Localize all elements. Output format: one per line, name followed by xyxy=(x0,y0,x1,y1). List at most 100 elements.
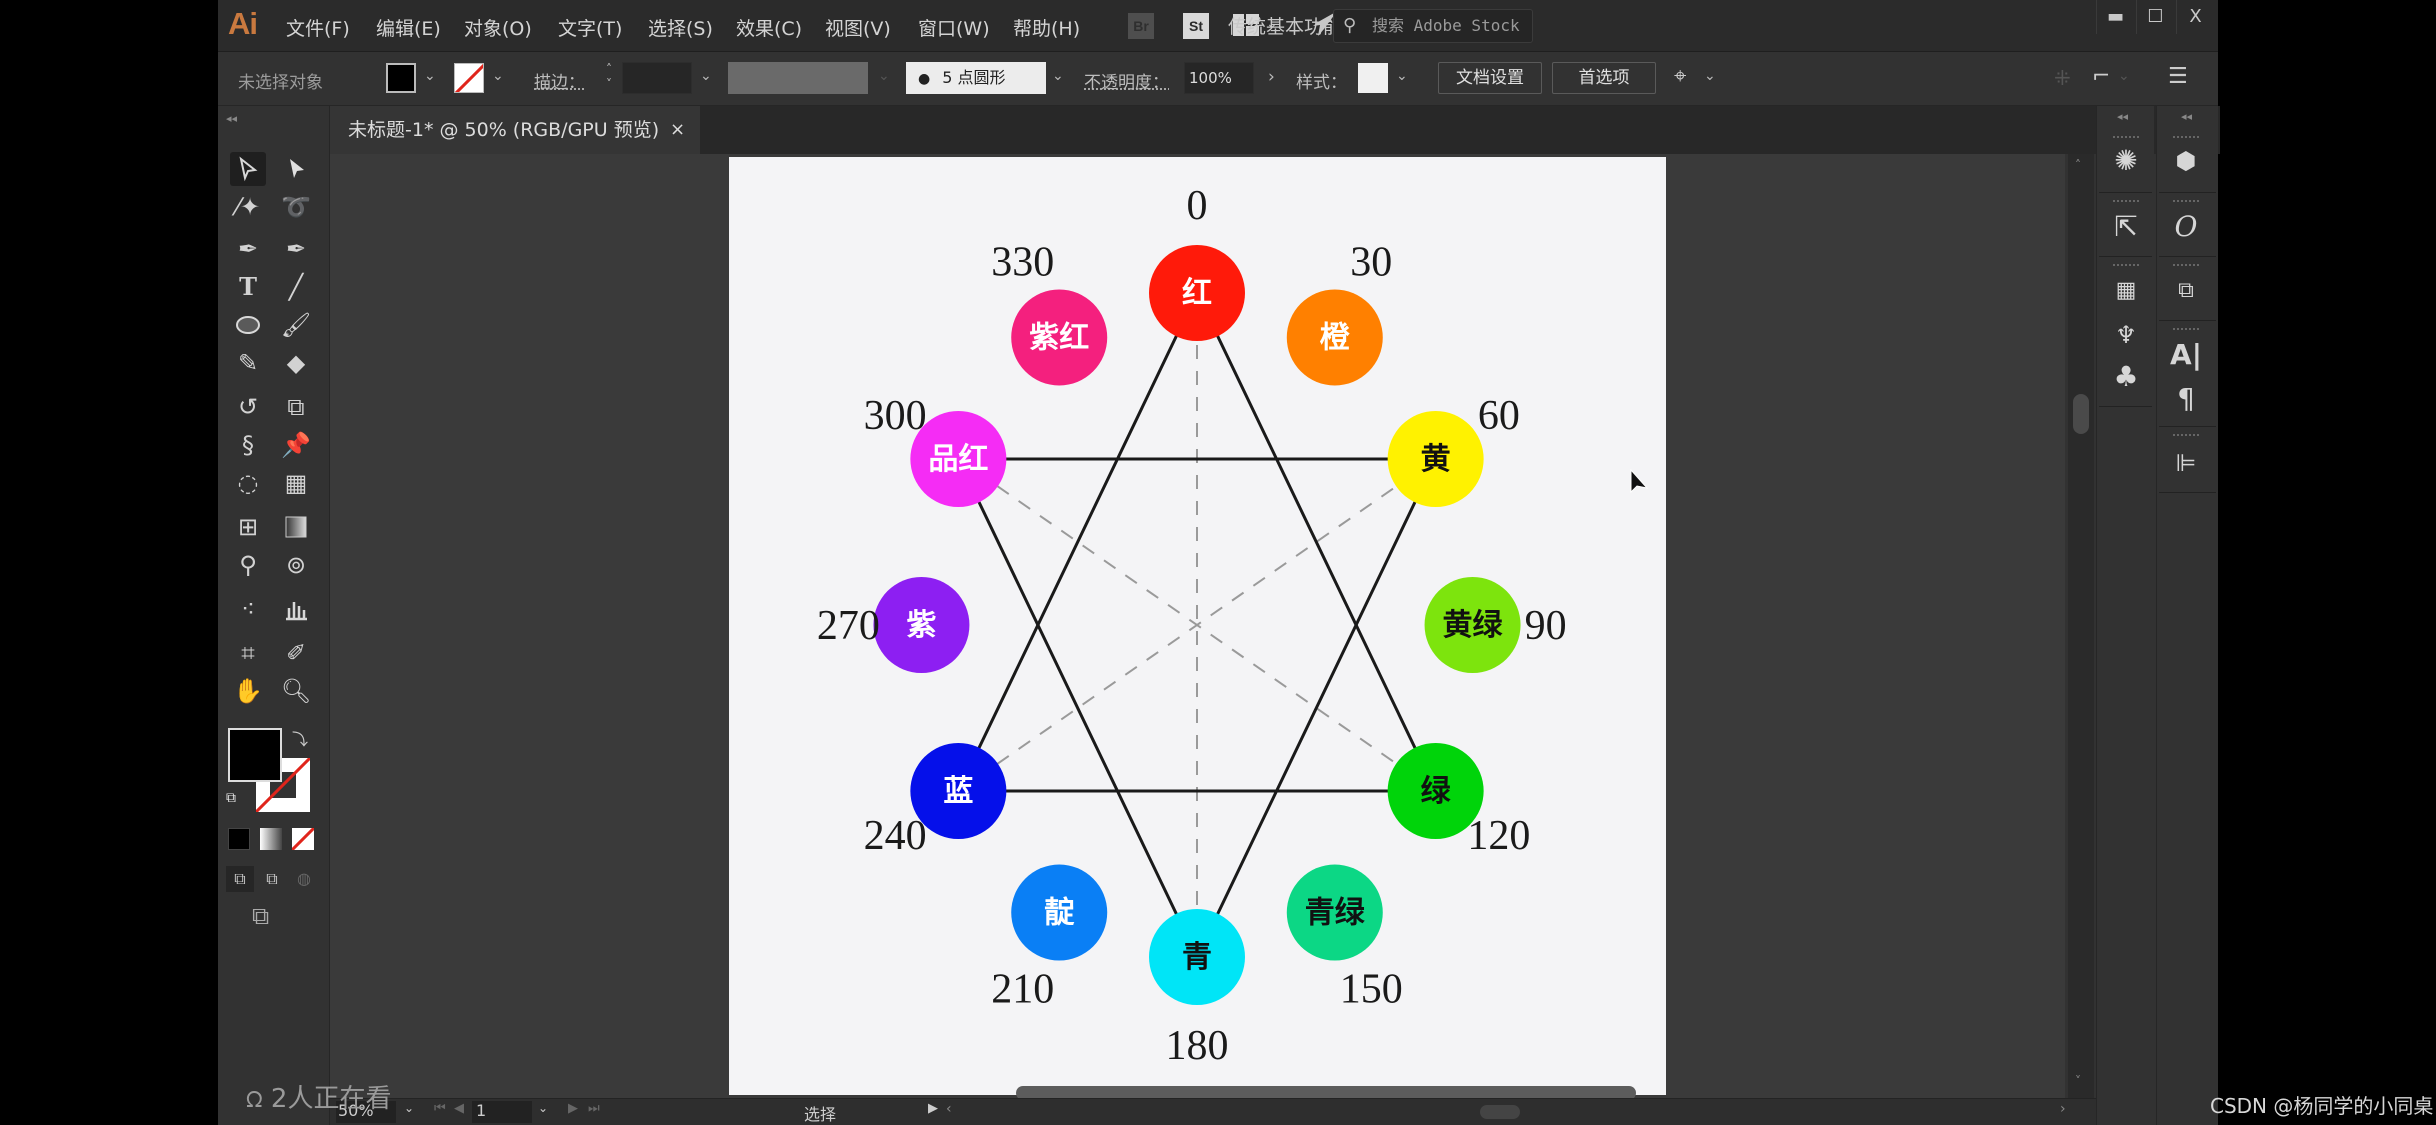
scroll-left-icon[interactable]: ‹ xyxy=(946,1101,952,1117)
opacity-input[interactable]: 100% xyxy=(1184,62,1254,94)
panel-menu-icon[interactable]: ☰ xyxy=(2168,64,2188,89)
symbols-icon[interactable]: ♣ xyxy=(2097,356,2155,398)
hand-tool-icon[interactable]: ✋ xyxy=(230,674,266,708)
none-mode-icon[interactable] xyxy=(292,828,314,850)
export-icon[interactable]: ⇱ xyxy=(2097,206,2155,248)
stroke-chevron-icon[interactable]: ⌄ xyxy=(492,68,504,84)
perspective-grid-tool-icon[interactable]: ▦ xyxy=(278,466,314,500)
swatches-icon[interactable]: ▦ xyxy=(2097,270,2155,312)
libraries-icon[interactable]: ⬢ xyxy=(2157,140,2215,182)
transform-chevron-icon[interactable]: ⌄ xyxy=(2118,68,2130,84)
mesh-tool-icon[interactable]: ⊞ xyxy=(230,510,266,544)
select-similar-chevron-icon[interactable]: ⌄ xyxy=(1704,68,1716,84)
stock-icon[interactable]: St xyxy=(1183,13,1209,39)
panel-grip[interactable] xyxy=(2173,328,2199,332)
pathfinder-icon[interactable]: ⧉ xyxy=(2157,270,2215,312)
direct-selection-tool-icon[interactable] xyxy=(278,152,314,186)
symbol-sprayer-tool-icon[interactable]: ⁖ xyxy=(230,592,266,626)
eraser-tool-icon[interactable]: ◆ xyxy=(278,346,314,380)
brush-definition-select[interactable]: ● 5 点圆形 xyxy=(906,62,1046,94)
panel-grip[interactable] xyxy=(2173,434,2199,438)
selection-tool-icon[interactable] xyxy=(230,152,266,186)
menu-effect[interactable]: 效果(C) xyxy=(736,14,802,41)
fill-color-box[interactable] xyxy=(228,728,282,782)
lasso-tool-icon[interactable]: ➰ xyxy=(278,190,314,224)
menu-type[interactable]: 文字(T) xyxy=(558,14,622,41)
artboard-number-input[interactable]: 1 xyxy=(472,1101,532,1123)
last-artboard-icon[interactable]: ⏭ xyxy=(588,1101,600,1116)
next-artboard-icon[interactable]: ▶ xyxy=(568,1101,578,1116)
variable-width-profile[interactable] xyxy=(728,62,868,94)
stroke-weight-stepper[interactable]: ˄ ˅ xyxy=(600,62,618,94)
draw-behind-icon[interactable]: ⧉ xyxy=(258,866,286,892)
menu-select[interactable]: 选择(S) xyxy=(648,14,713,41)
select-similar-icon[interactable]: ⌖ xyxy=(1674,64,1686,89)
ellipse-tool-icon[interactable] xyxy=(230,308,266,342)
menu-view[interactable]: 视图(V) xyxy=(825,14,891,41)
gradient-tool-icon[interactable] xyxy=(278,510,314,544)
stroke-swatch[interactable] xyxy=(454,63,484,93)
status-menu-arrow-icon[interactable]: ▶ xyxy=(928,1101,938,1116)
eyedropper-tool-icon[interactable]: ⚲ xyxy=(230,548,266,582)
scale-tool-icon[interactable]: ⧉ xyxy=(278,390,314,424)
screen-mode-icon[interactable]: ⧉ xyxy=(252,902,269,930)
align-grid-icon[interactable]: ⁜ xyxy=(2054,66,2071,90)
scroll-down-icon[interactable]: ˅ xyxy=(2075,1074,2081,1088)
scroll-right-icon[interactable]: › xyxy=(2060,1101,2066,1117)
column-graph-tool-icon[interactable] xyxy=(278,592,314,626)
fill-swatch[interactable] xyxy=(386,63,416,93)
vertical-scrollbar[interactable]: ˄ ˅ xyxy=(2068,154,2094,1098)
collapse-panels-icon[interactable]: ◂◂ xyxy=(2117,110,2128,123)
profile-chevron-icon[interactable]: ⌄ xyxy=(878,68,890,84)
rotate-tool-icon[interactable]: ↺ xyxy=(230,390,266,424)
document-tab[interactable]: 未标题-1* @ 50% (RGB/GPU 预览) × xyxy=(330,106,700,154)
puppet-warp-tool-icon[interactable]: 📌 xyxy=(278,428,314,462)
collapse-toolbox-icon[interactable]: ◂◂ xyxy=(226,112,237,125)
align-icon[interactable]: ⊫ xyxy=(2157,442,2215,484)
panel-grip[interactable] xyxy=(2113,200,2139,204)
shaper-tool-icon[interactable]: ✎ xyxy=(230,346,266,380)
transform-icon[interactable]: ⌐ xyxy=(2092,64,2110,89)
close-window-button[interactable]: X xyxy=(2176,0,2214,34)
paintbrush-tool-icon[interactable]: 🖌 xyxy=(278,308,314,342)
slice-tool-icon[interactable]: ✐ xyxy=(278,636,314,670)
zoom-chevron-icon[interactable]: ⌄ xyxy=(404,1101,414,1115)
canvas-area[interactable]: 红 0 橙 30 黄 60 黄绿 90 绿 120 青绿 150 青 180 靛 210 蓝 240 紫 270 品红 3… xyxy=(330,154,2065,1098)
menu-file[interactable]: 文件(F) xyxy=(286,14,350,41)
maximize-button[interactable]: ☐ xyxy=(2136,0,2174,34)
previous-artboard-icon[interactable]: ◀ xyxy=(454,1101,464,1116)
artboard-chevron-icon[interactable]: ⌄ xyxy=(538,1101,548,1115)
stroke-weight-chevron-icon[interactable]: ⌄ xyxy=(700,68,712,84)
color-guide-icon[interactable]: ✺ xyxy=(2097,140,2155,182)
panel-grip[interactable] xyxy=(2173,264,2199,268)
menu-window[interactable]: 窗口(W) xyxy=(918,14,990,41)
draw-inside-icon[interactable]: ◍ xyxy=(290,866,318,892)
artboard[interactable]: 红 0 橙 30 黄 60 黄绿 90 绿 120 青绿 150 青 180 靛 210 蓝 240 紫 270 品红 3… xyxy=(729,157,1666,1095)
document-setup-button[interactable]: 文档设置 xyxy=(1438,62,1542,94)
panel-grip[interactable] xyxy=(2173,200,2199,204)
bridge-icon[interactable]: Br xyxy=(1128,13,1154,39)
horizontal-scroll-thumb[interactable] xyxy=(1480,1105,1520,1119)
gradient-mode-icon[interactable] xyxy=(260,828,282,850)
blend-tool-icon[interactable]: ⊚ xyxy=(278,548,314,582)
panel-grip[interactable] xyxy=(2113,264,2139,268)
menu-object[interactable]: 对象(O) xyxy=(464,14,532,41)
first-artboard-icon[interactable]: ⏮ xyxy=(434,1101,446,1116)
stock-search-input[interactable]: ⚲ 搜索 Adobe Stock xyxy=(1333,9,1533,43)
shape-builder-tool-icon[interactable]: ◌ xyxy=(230,466,266,500)
warp-tool-icon[interactable]: § xyxy=(230,428,266,462)
brushes-icon[interactable]: ♆ xyxy=(2097,314,2155,356)
pen-tool-icon[interactable]: ✒ xyxy=(230,232,266,266)
brush-chevron-icon[interactable]: ⌄ xyxy=(1052,68,1064,84)
fill-chevron-icon[interactable]: ⌄ xyxy=(424,68,436,84)
stroke-weight-input[interactable] xyxy=(622,62,692,94)
swap-fill-stroke-icon[interactable]: ⤵ xyxy=(292,726,308,750)
menu-edit[interactable]: 编辑(E) xyxy=(376,14,441,41)
menu-help[interactable]: 帮助(H) xyxy=(1013,14,1080,41)
type-tool-icon[interactable]: T xyxy=(230,270,266,304)
line-tool-icon[interactable]: ╱ xyxy=(278,270,314,304)
preferences-button[interactable]: 首选项 xyxy=(1552,62,1656,94)
vertical-scrollbar-thumb[interactable] xyxy=(2073,394,2089,434)
opentype-icon[interactable]: O xyxy=(2157,206,2215,248)
draw-normal-icon[interactable]: ⧉ xyxy=(226,866,254,892)
